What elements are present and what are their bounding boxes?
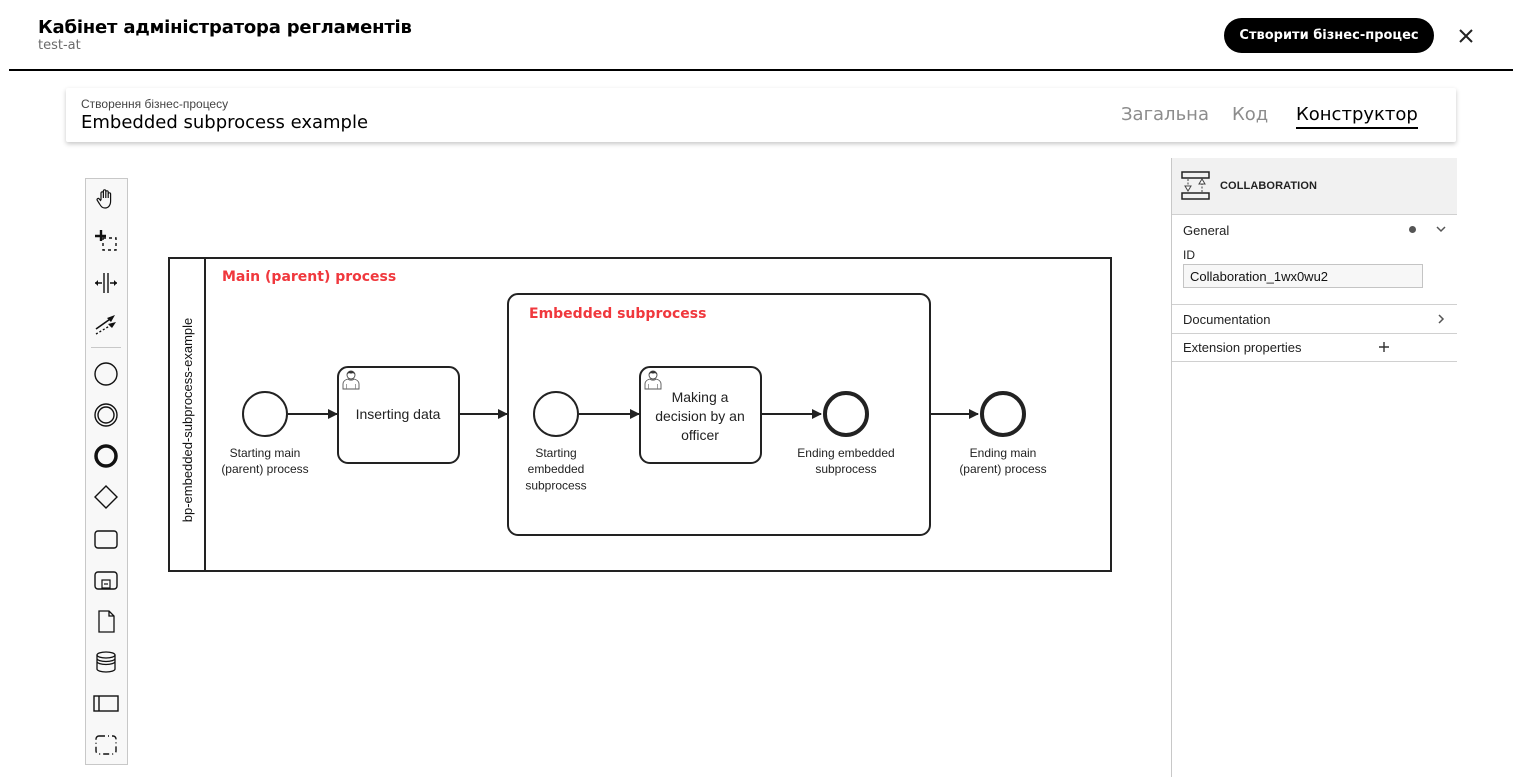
tool-palette	[85, 178, 128, 765]
bpmn-canvas[interactable]: bp-embedded-subprocess-example Main (par…	[160, 240, 1130, 590]
page-title: Embedded subprocess example	[81, 112, 369, 133]
properties-header: COLLABORATION	[1172, 158, 1457, 215]
create-business-process-button[interactable]: Створити бізнес-процес	[1224, 18, 1434, 53]
create-gateway-button[interactable]	[92, 483, 120, 511]
label-line: embedded	[528, 462, 585, 476]
label-line: Starting	[535, 446, 576, 460]
label-line: (parent) process	[959, 462, 1046, 476]
subprocess-icon	[94, 571, 118, 590]
app-title: Кабінет адміністратора регламентів	[38, 17, 412, 38]
documentation-group-header[interactable]: Documentation	[1183, 312, 1270, 327]
end-event-subprocess[interactable]	[823, 391, 869, 437]
element-type-label: COLLABORATION	[1220, 180, 1318, 192]
global-connect-tool-icon	[95, 315, 116, 335]
hand-tool-button[interactable]	[92, 185, 120, 213]
user-task-inserting-data-label: Inserting data	[356, 406, 441, 422]
lasso-tool-icon	[95, 230, 117, 251]
create-data-object-button[interactable]	[92, 607, 120, 635]
general-group-header[interactable]: General	[1183, 223, 1229, 238]
hand-tool-icon	[96, 189, 112, 209]
data-object-icon	[98, 610, 115, 633]
space-tool-icon	[95, 273, 117, 293]
general-group: General ID	[1172, 215, 1457, 305]
start-event-icon	[94, 362, 118, 386]
chevron-down-icon[interactable]	[1435, 224, 1447, 234]
has-data-indicator	[1409, 226, 1416, 233]
task-icon	[94, 530, 118, 549]
close-icon[interactable]	[1456, 26, 1476, 46]
group-icon	[95, 735, 117, 755]
id-input[interactable]	[1183, 264, 1423, 288]
id-label: ID	[1183, 248, 1195, 262]
tab-code[interactable]: Код	[1232, 104, 1268, 125]
create-task-button[interactable]	[92, 525, 120, 553]
label-line: Starting main	[230, 446, 301, 460]
tab-constructor[interactable]: Конструктор	[1296, 104, 1418, 129]
start-event-subprocess[interactable]	[533, 391, 579, 437]
gateway-icon	[94, 485, 118, 509]
label-line: Inserting data	[356, 406, 441, 422]
process-header-card: Створення бізнес-процесу Embedded subpro…	[66, 88, 1456, 142]
collaboration-icon	[1181, 171, 1210, 200]
label-line: subprocess	[525, 478, 586, 492]
create-subprocess-button[interactable]	[92, 566, 120, 594]
create-intermediate-event-button[interactable]	[92, 401, 120, 429]
create-pool-button[interactable]	[92, 689, 120, 717]
tab-general[interactable]: Загальна	[1121, 104, 1209, 125]
extension-properties-group[interactable]: Extension properties	[1172, 334, 1457, 362]
space-tool-button[interactable]	[92, 269, 120, 297]
label-line: Ending main	[970, 446, 1037, 460]
lasso-tool-button[interactable]	[92, 227, 120, 255]
properties-panel: COLLABORATION General ID Documentation E…	[1171, 158, 1457, 777]
label-line: (parent) process	[221, 462, 308, 476]
label-line: Making a	[672, 389, 729, 405]
chevron-right-icon[interactable]	[1436, 313, 1446, 325]
label-line: subprocess	[815, 462, 876, 476]
data-store-icon	[96, 651, 116, 673]
create-start-event-button[interactable]	[92, 360, 120, 388]
add-icon[interactable]	[1378, 341, 1390, 353]
pool-label: bp-embedded-subprocess-example	[180, 318, 195, 523]
create-data-store-button[interactable]	[92, 648, 120, 676]
create-end-event-button[interactable]	[92, 442, 120, 470]
intermediate-event-icon	[94, 403, 118, 427]
create-group-button[interactable]	[92, 731, 120, 759]
app-subtitle: test-at	[38, 38, 81, 53]
subprocess-annotation: Embedded subprocess	[529, 306, 706, 322]
end-event-main[interactable]	[980, 391, 1026, 437]
breadcrumb: Створення бізнес-процесу	[81, 97, 229, 111]
label-line: decision by an	[655, 408, 745, 424]
label-line: Ending embedded	[797, 446, 894, 460]
top-bar: Кабінет адміністратора регламентів test-…	[0, 0, 1523, 70]
pool-icon	[93, 695, 119, 712]
main-process-annotation: Main (parent) process	[222, 269, 396, 285]
start-event-main[interactable]	[242, 391, 288, 437]
header-divider	[9, 69, 1513, 71]
documentation-group[interactable]: Documentation	[1172, 305, 1457, 334]
label-line: officer	[681, 427, 719, 443]
global-connect-tool-button[interactable]	[92, 310, 120, 338]
extension-properties-header[interactable]: Extension properties	[1183, 340, 1302, 355]
palette-separator	[91, 347, 121, 348]
end-event-icon	[94, 444, 118, 468]
